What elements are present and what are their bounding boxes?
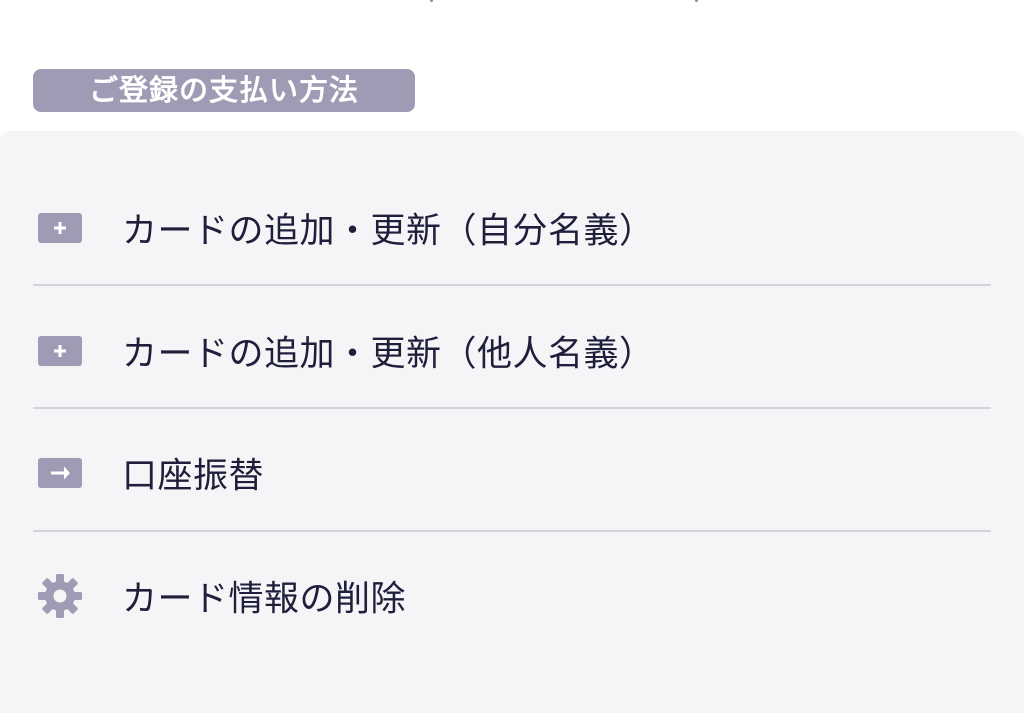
menu-item-label: カードの追加・更新（自分名義） <box>122 211 655 251</box>
divider <box>33 407 991 409</box>
arrow-right-icon <box>38 457 82 488</box>
payment-methods-panel: カードの追加・更新（自分名義） カードの追加・更新（他人名義） 口座振替 カード… <box>0 131 1024 713</box>
fragment-mark <box>695 0 698 2</box>
divider <box>33 284 991 286</box>
plus-icon <box>38 335 82 366</box>
menu-item-label: カード情報の削除 <box>122 579 407 619</box>
section-title-badge: ご登録の支払い方法 <box>33 69 415 112</box>
menu-item-bank-transfer[interactable]: 口座振替 <box>0 411 1024 534</box>
gear-icon <box>36 572 84 620</box>
scrolled-content-fragment <box>420 0 720 6</box>
plus-icon <box>38 212 82 243</box>
menu-item-delete-card-info[interactable]: カード情報の削除 <box>0 534 1024 657</box>
menu-item-label: 口座振替 <box>122 456 265 496</box>
menu-item-add-card-other-name[interactable]: カードの追加・更新（他人名義） <box>0 289 1024 412</box>
divider <box>33 530 991 532</box>
menu-item-add-card-own-name[interactable]: カードの追加・更新（自分名義） <box>0 166 1024 289</box>
fragment-mark <box>430 0 433 2</box>
menu-item-label: カードの追加・更新（他人名義） <box>122 334 655 374</box>
